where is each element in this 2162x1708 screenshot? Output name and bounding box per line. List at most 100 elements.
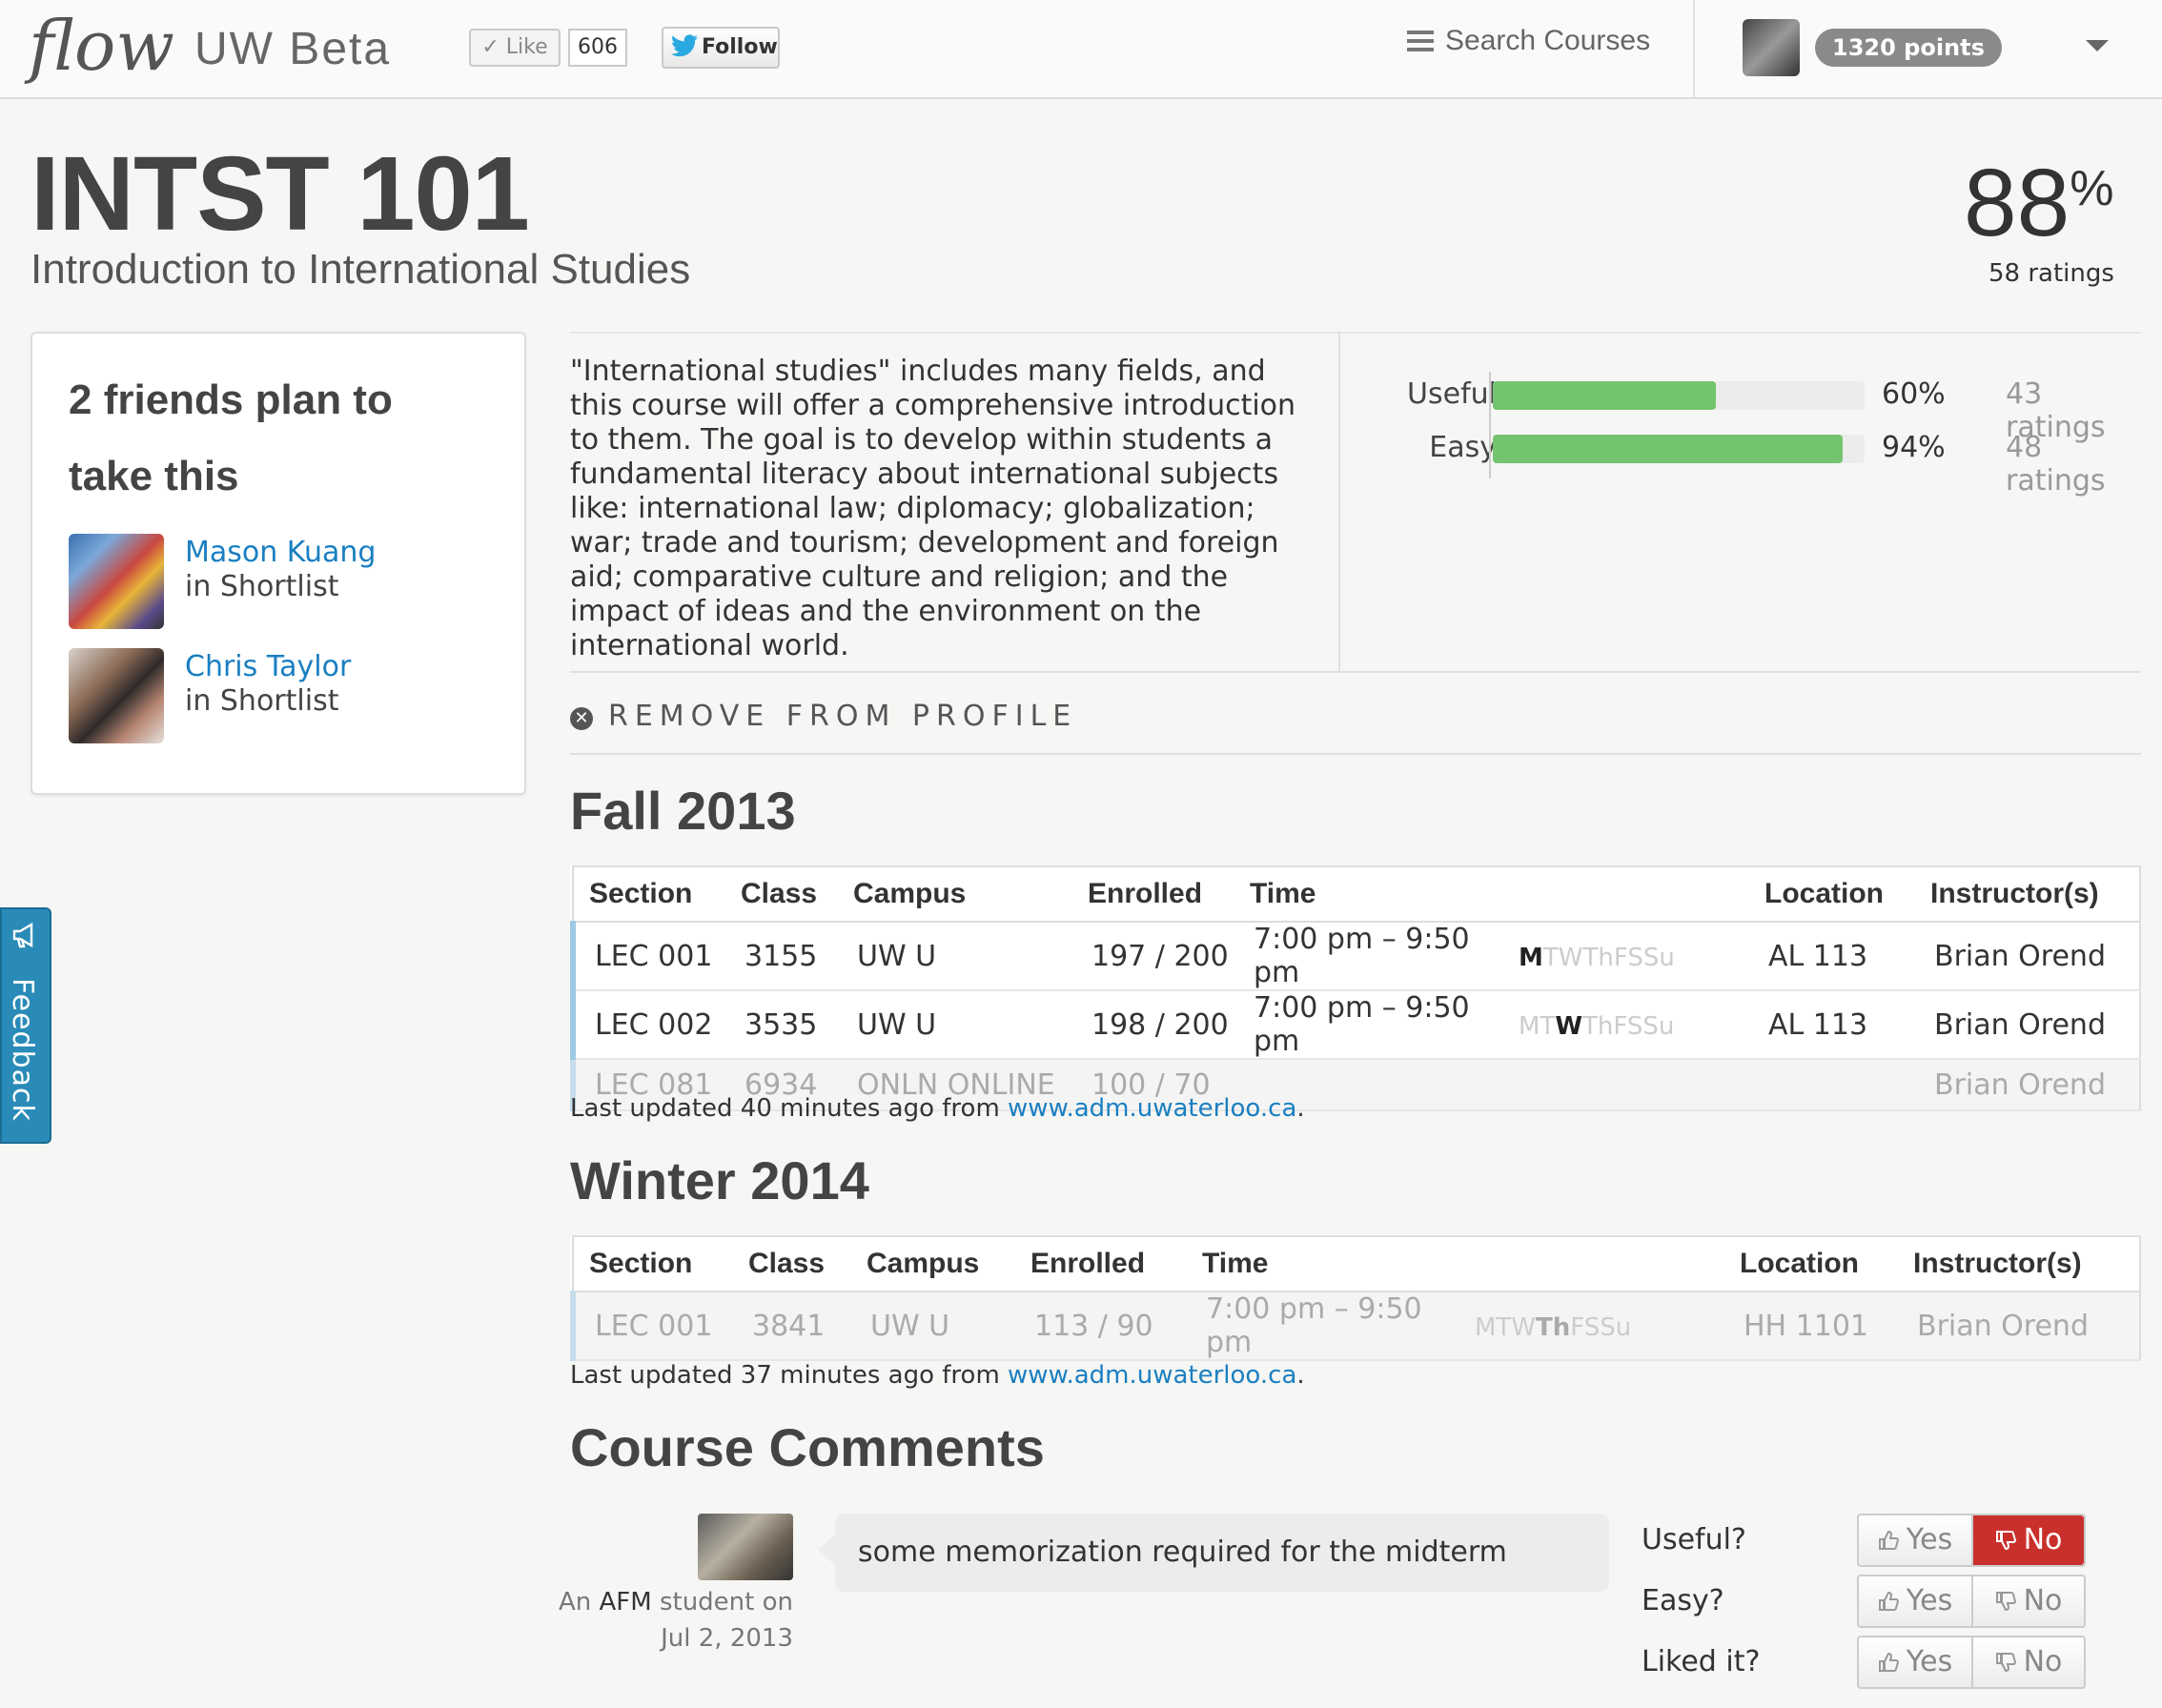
sections-table: Section Class Campus Enrolled Time Locat… [570,1235,2141,1361]
last-updated-text: Last updated 37 minutes ago from [570,1361,1009,1390]
days-cell: MTWThFSSu [1456,1291,1724,1361]
thumbs-down-icon [1995,1653,2016,1673]
twitter-follow-button[interactable]: Follow [662,27,780,69]
vote-no-button[interactable]: No [1973,1637,2084,1687]
vote-yes-button[interactable]: Yes [1859,1576,1973,1626]
days-cell: MTWThFSSu [1499,990,1749,1060]
rating-axis [1489,372,1491,425]
location-cell: AL 113 [1749,990,1915,1060]
thumbs-down-icon [1995,1592,2016,1612]
points-badge[interactable]: 1320 points [1815,29,2002,67]
follow-label: Follow [702,35,778,59]
facebook-like-button[interactable]: ✓ Like [469,29,561,67]
question-useful: Useful? [1642,1523,1746,1556]
like-check-icon: ✓ [481,35,500,59]
column-header: Enrolled [1015,1236,1187,1292]
column-header: Class [725,866,838,923]
sections-table: Section Class Campus Enrolled Time Locat… [570,865,2141,1111]
days-cell [1499,1059,1749,1111]
rating-bar-fill [1493,381,1716,410]
campus-cell: UW U [838,990,1072,1060]
instructor-cell: Brian Orend [1915,922,2140,991]
rating-label: Useful [1407,377,1497,411]
column-header: Location [1749,866,1915,923]
term-title: Winter 2014 [570,1150,869,1210]
location-cell: AL 113 [1749,922,1915,991]
feedback-tab[interactable]: Feedback [0,907,51,1144]
class-cell: 3155 [725,922,838,991]
course-name: Introduction to International Studies [31,246,691,293]
rating-percent: 94% [1882,431,1946,464]
comment-text: some memorization required for the midte… [858,1535,1507,1569]
divider [570,332,2141,334]
last-updated: Last updated 40 minutes ago from www.adm… [570,1094,1305,1123]
comment-meta: An AFM student on Jul 2, 2013 [553,1584,793,1657]
megaphone-icon [12,922,33,948]
vote-no-button[interactable]: No [1973,1576,2084,1626]
column-header: Instructor(s) [1898,1236,2140,1292]
campus-cell: UW U [851,1291,1015,1361]
remove-label: REMOVE FROM PROFILE [608,700,1078,733]
vote-liked: Yes No [1857,1636,2086,1689]
vote-yes-label: Yes [1906,1523,1953,1556]
friend-avatar[interactable] [69,648,164,743]
days-inactive: MT [1519,1011,1556,1041]
overall-rating-value: 88 [1964,150,2070,256]
days-inactive: MTW [1475,1312,1537,1342]
divider [570,671,2141,673]
source-link[interactable]: www.adm.uwaterloo.ca [1008,1094,1296,1123]
friend-avatar[interactable] [69,534,164,629]
like-label: Like [505,35,548,59]
vote-no-button[interactable]: No [1973,1515,2084,1565]
table-row: LEC 001 3155 UW U 197 / 200 7:00 pm – 9:… [570,922,2140,991]
percent-sign: % [2070,161,2114,216]
vote-yes-button[interactable]: Yes [1859,1637,1973,1687]
instructor-cell: Brian Orend [1898,1291,2140,1361]
table-row: LEC 002 3535 UW U 198 / 200 7:00 pm – 9:… [570,990,2140,1060]
column-header: Time [1234,866,1499,923]
navbar-divider [1693,0,1695,97]
search-courses-button[interactable]: Search Courses [1407,25,1650,57]
vote-yes-button[interactable]: Yes [1859,1515,1973,1565]
logo-subtitle: UW Beta [194,24,392,74]
location-cell: HH 1101 [1724,1291,1898,1361]
class-cell: 3535 [725,990,838,1060]
enrolled-cell: 197 / 200 [1072,922,1234,991]
enrolled-cell: 198 / 200 [1072,990,1234,1060]
divider [1338,332,1340,671]
user-avatar[interactable] [1743,19,1800,76]
days-inactive: TWThFSSu [1542,943,1675,972]
days-active: Th [1536,1312,1571,1342]
rating-bar-fill [1493,435,1843,463]
time-cell: 7:00 pm – 9:50 pm [1234,922,1499,991]
feedback-label: Feedback [6,978,39,1122]
remove-x-icon: ✕ [570,707,593,730]
rating-useful: Useful 60% 43 ratings [1354,372,2145,444]
comment-bubble: some memorization required for the midte… [818,1514,1609,1592]
remove-from-profile-button[interactable]: ✕ REMOVE FROM PROFILE [570,700,1077,733]
dropdown-caret-icon[interactable] [2086,40,2109,51]
friends-card: 2 friends plan to take this Mason Kuang … [31,332,526,795]
friend-name[interactable]: Mason Kuang [185,536,376,569]
column-header: Campus [838,866,1072,923]
friends-title: 2 friends plan to take this [69,376,393,499]
section-cell: LEC 002 [570,990,725,1060]
commenter-program: AFM [599,1588,652,1616]
thumbs-up-icon [1878,1591,1899,1611]
days-active: W [1555,1011,1583,1041]
source-link[interactable]: www.adm.uwaterloo.ca [1008,1361,1296,1390]
vote-yes-label: Yes [1906,1645,1953,1678]
enrolled-cell: 113 / 90 [1015,1291,1187,1361]
days-active: M [1519,943,1543,972]
vote-no-label: No [2023,1523,2063,1556]
column-header: Location [1724,1236,1898,1292]
last-updated-text: Last updated 40 minutes ago from [570,1094,1009,1123]
friend-name[interactable]: Chris Taylor [185,650,351,683]
rating-count: 48 ratings [2006,431,2106,498]
column-header: Enrolled [1072,866,1234,923]
flow-logo[interactable]: flow [29,6,174,86]
rating-bar-track [1493,381,1865,410]
class-cell: 3841 [733,1291,851,1361]
column-header: Time [1187,1236,1456,1292]
thumbs-up-icon [1878,1530,1899,1550]
